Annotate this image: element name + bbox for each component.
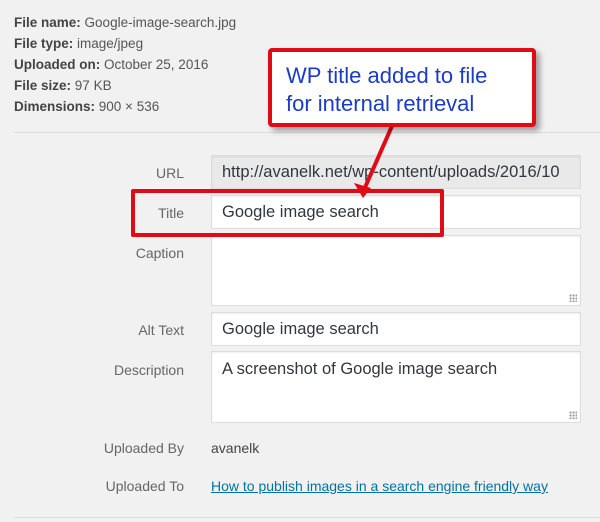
uploaded-to-link[interactable]: How to publish images in a search engine…	[211, 478, 548, 494]
annotation-callout: WP title added to file for internal retr…	[268, 48, 536, 127]
callout-line-1: WP title added to file	[286, 63, 488, 88]
file-type-label: File type:	[14, 36, 74, 51]
file-type-value: image/jpeg	[77, 36, 144, 51]
uploaded-to-label: Uploaded To	[105, 478, 184, 494]
file-size-row: File size: 97 KB	[14, 75, 236, 96]
title-highlight-box	[131, 189, 444, 237]
alt-text-label: Alt Text	[138, 322, 184, 338]
description-label: Description	[113, 362, 184, 378]
dimensions-value: 900 × 536	[98, 99, 160, 114]
resize-handle-icon[interactable]	[569, 411, 577, 419]
file-name-row: File name: Google-image-search.jpg	[14, 12, 236, 33]
uploaded-by-label: Uploaded By	[103, 440, 184, 456]
uploaded-on-label: Uploaded on:	[14, 57, 101, 72]
uploaded-on-row: Uploaded on: October 25, 2016	[14, 54, 236, 75]
divider	[14, 517, 600, 518]
caption-textarea[interactable]	[211, 235, 581, 306]
description-text: A screenshot of Google image search	[222, 360, 498, 378]
url-field[interactable]: http://avanelk.net/wp-content/uploads/20…	[211, 155, 581, 189]
divider	[14, 132, 600, 133]
callout-line-2: for internal retrieval	[286, 91, 475, 116]
file-name-label: File name:	[14, 15, 81, 30]
alt-text-input[interactable]: Google image search	[211, 312, 581, 346]
resize-handle-icon[interactable]	[569, 294, 577, 302]
dimensions-row: Dimensions: 900 × 536	[14, 96, 236, 117]
description-textarea[interactable]: A screenshot of Google image search	[211, 351, 581, 423]
dimensions-label: Dimensions:	[14, 99, 96, 114]
file-details: File name: Google-image-search.jpg File …	[14, 12, 236, 117]
file-name-value: Google-image-search.jpg	[84, 15, 237, 30]
caption-label: Caption	[135, 245, 184, 261]
file-type-row: File type: image/jpeg	[14, 33, 236, 54]
file-size-label: File size:	[14, 78, 72, 93]
uploaded-on-value: October 25, 2016	[104, 57, 209, 72]
uploaded-by-value: avanelk	[211, 440, 260, 456]
file-size-value: 97 KB	[74, 78, 112, 93]
url-label: URL	[155, 165, 184, 181]
